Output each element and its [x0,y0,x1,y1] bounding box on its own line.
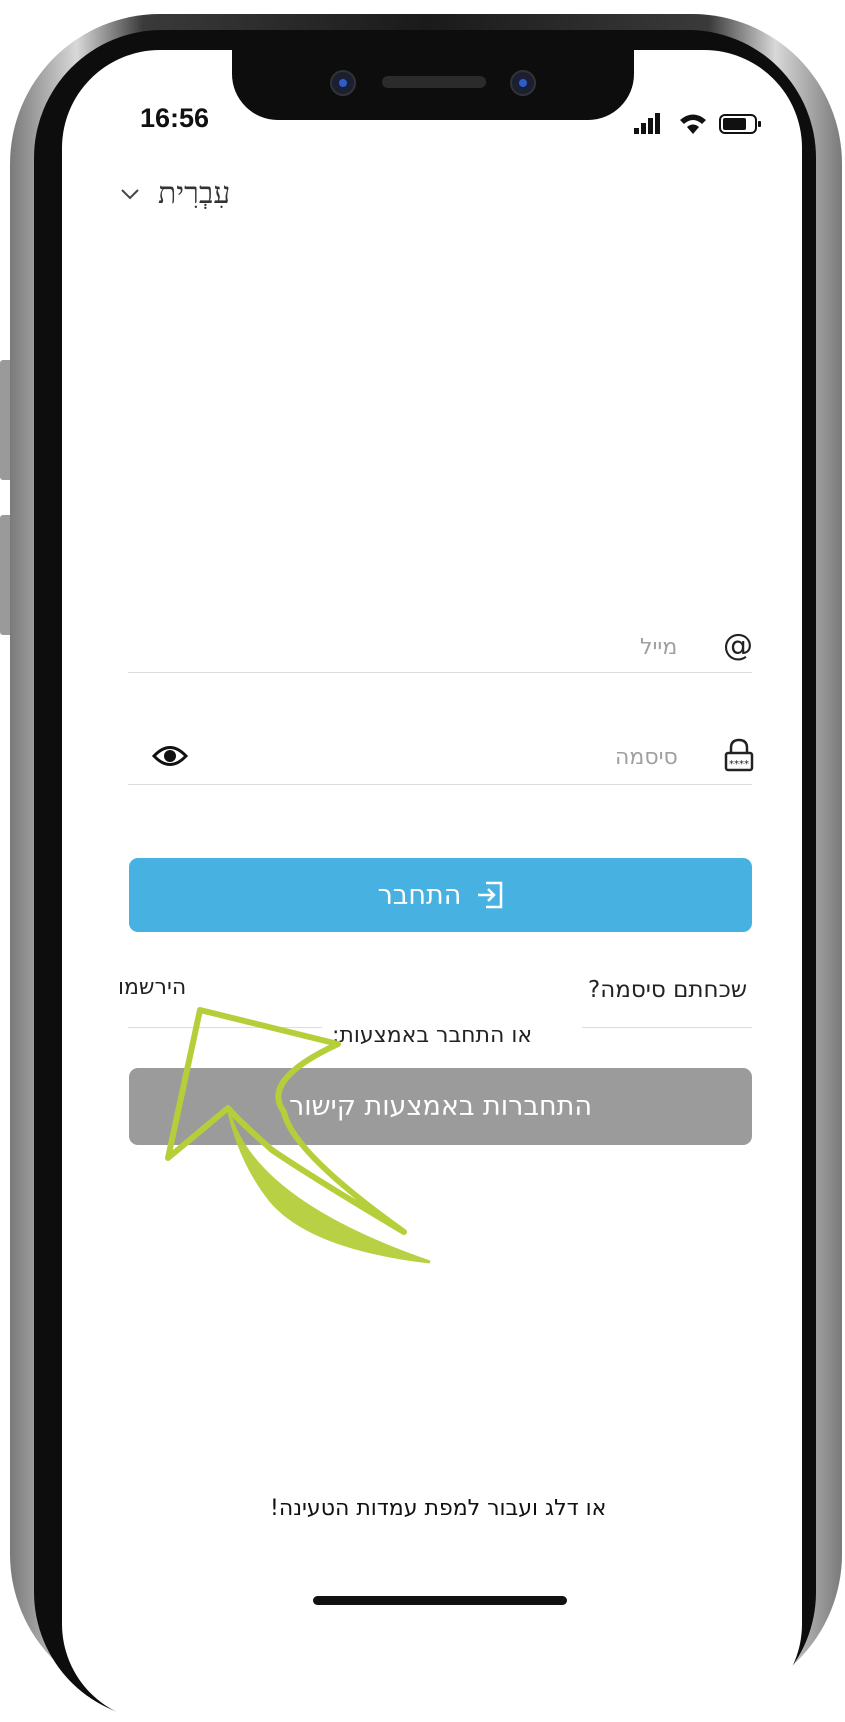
at-sign-icon: @ [723,630,753,662]
login-icon [478,881,503,909]
register-link[interactable]: הירשמו [118,975,186,1000]
chevron-down-icon [121,188,139,199]
signal-icon [634,113,660,134]
email-input[interactable]: מייל [640,635,677,660]
language-label: עִבְרִית [158,176,231,211]
email-underline [128,672,752,673]
lock-icon: **** [724,738,754,772]
svg-text:****: **** [729,759,749,770]
status-icons [634,113,761,134]
password-underline [128,784,752,785]
svg-text:@: @ [723,630,753,662]
divider-line-right [582,1027,752,1028]
login-button-label: התחבר [377,879,462,911]
forgot-password-link[interactable]: שכחתם סיסמה? [588,977,747,1003]
password-input[interactable]: סיסמה [615,745,678,770]
login-button[interactable]: התחבר [129,858,752,932]
front-camera-icon [330,70,356,96]
language-selector[interactable]: עִבְרִית [120,176,230,211]
wifi-icon [680,114,706,134]
speaker-grille [382,76,486,88]
sensor-icon [510,70,536,96]
battery-icon [719,114,761,134]
status-time: 16:56 [140,103,210,133]
skip-to-map-link[interactable]: או דלג ועבור למפת עמדות הטעינה! [270,1496,606,1521]
annotation-arrow-icon [165,1007,431,1264]
show-password-eye-icon[interactable] [152,743,188,769]
home-indicator[interactable] [313,1596,567,1605]
